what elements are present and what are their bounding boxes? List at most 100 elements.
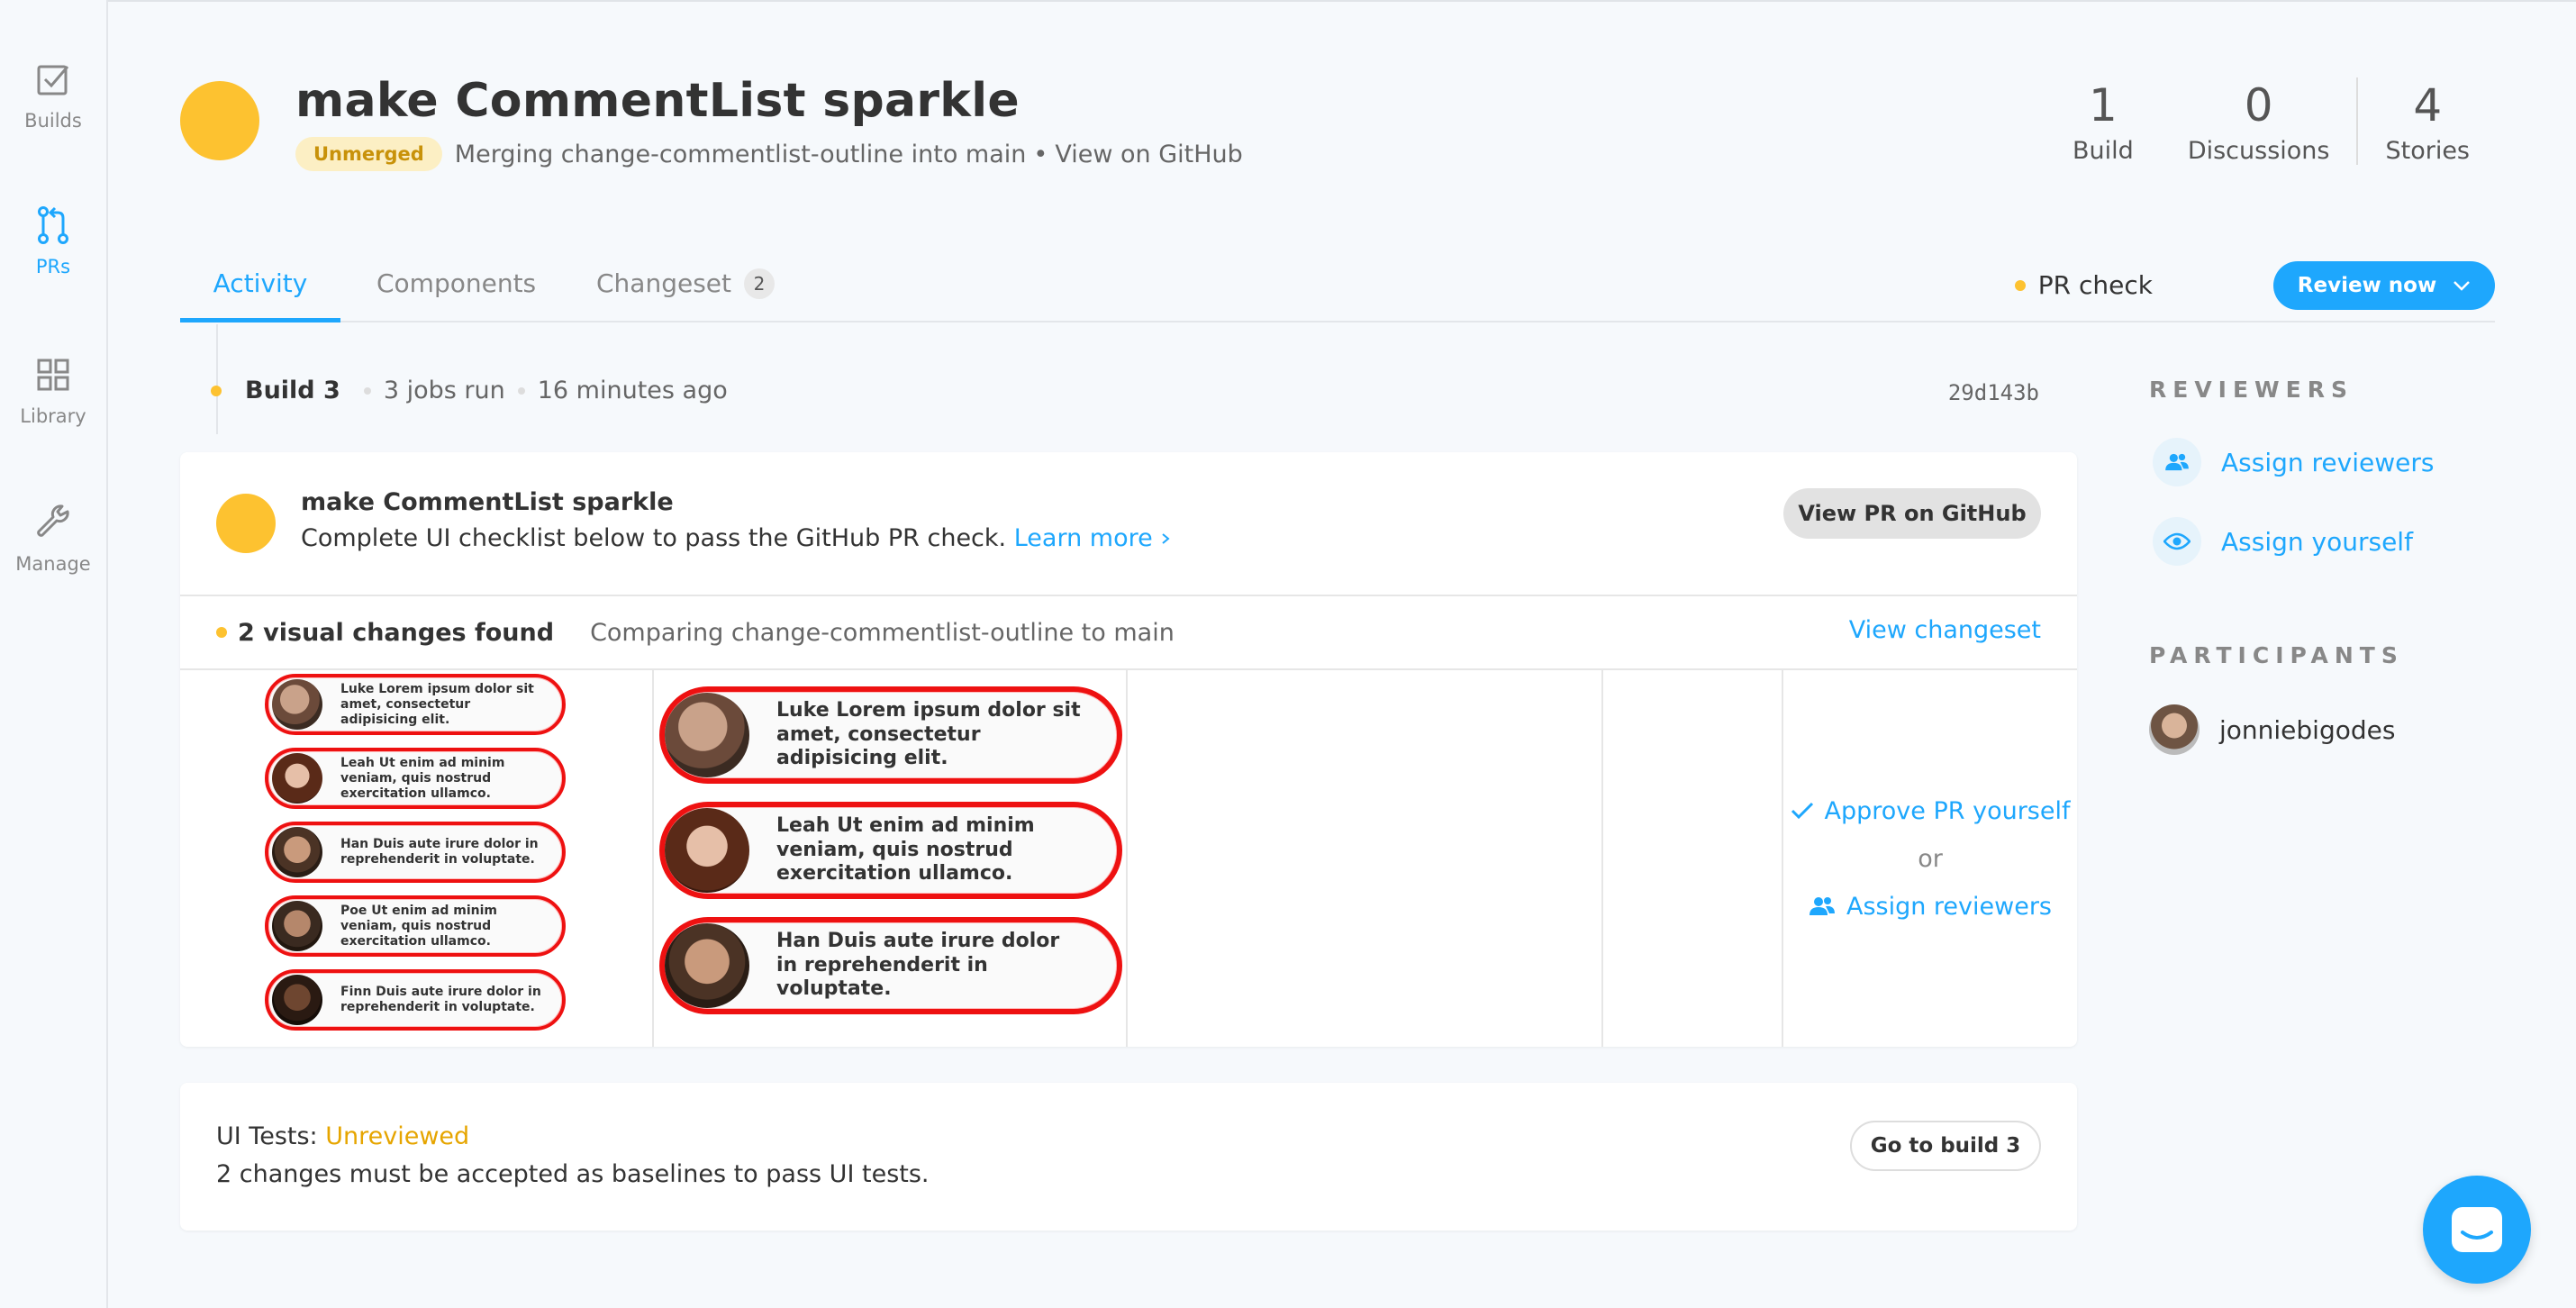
commit-hash[interactable]: 29d143b	[1948, 380, 2039, 405]
learn-more-label: Learn more	[1013, 524, 1153, 552]
snapshot-thumbnail[interactable]: Luke Lorem ipsum dolor sit amet, consect…	[654, 670, 1128, 1047]
pr-check-label: PR check	[2037, 270, 2153, 300]
stat-label: Discussions	[2187, 137, 2330, 165]
stat-builds[interactable]: 1 Build	[2045, 77, 2161, 165]
tab-changeset[interactable]: Changeset 2	[596, 261, 775, 322]
avatar	[665, 808, 749, 893]
avatar	[272, 975, 322, 1025]
comment-item: Finn Duis aute irure dolor in reprehende…	[265, 969, 566, 1031]
sidebar-item-library[interactable]: Library	[0, 355, 106, 463]
view-pr-on-github-button[interactable]: View PR on GitHub	[1783, 488, 2041, 539]
approve-pr-link[interactable]: Approve PR yourself	[1791, 797, 2070, 825]
sidebar-item-prs[interactable]: PRs	[0, 205, 106, 313]
go-to-build-button[interactable]: Go to build 3	[1850, 1121, 2041, 1171]
snapshot-placeholder	[1603, 670, 1783, 1047]
checklist-text: Complete UI checklist below to pass the …	[301, 524, 1007, 552]
separator-dot	[517, 386, 525, 395]
snapshot-strip: Luke Lorem ipsum dolor sit amet, consect…	[180, 670, 2077, 1047]
ui-tests-card: UI Tests: Unreviewed 2 changes must be a…	[180, 1083, 2077, 1231]
ui-tests-label: UI Tests:	[216, 1122, 318, 1150]
sidebar-item-builds[interactable]: Builds	[0, 59, 106, 168]
learn-more-link[interactable]: Learn more	[1014, 524, 1172, 552]
tab-components[interactable]: Components	[376, 261, 536, 322]
pull-request-icon	[33, 205, 73, 245]
comment-text: Poe Ut enim ad minim veniam, quis nostru…	[340, 904, 497, 949]
card-header: make CommentList sparkle Complete UI che…	[180, 452, 2077, 596]
assign-reviewers-sidebar-link[interactable]: Assign reviewers	[2153, 438, 2434, 486]
build-row[interactable]: Build 3 3 jobs run 16 minutes ago 29d143…	[211, 377, 2039, 405]
chat-launcher-button[interactable]	[2423, 1176, 2531, 1284]
eye-icon	[2153, 517, 2201, 566]
assign-label: Assign reviewers	[1846, 892, 2052, 921]
pr-status-avatar	[216, 494, 276, 553]
pr-subtitle: Unmerged Merging change-commentlist-outl…	[295, 137, 1243, 171]
participant-item[interactable]: jonniebigodes	[2149, 704, 2395, 755]
view-changeset-link[interactable]: View changeset	[1849, 616, 2041, 644]
ui-tests-title: UI Tests: Unreviewed	[216, 1122, 469, 1150]
top-border	[0, 0, 2576, 2]
stat-number: 0	[2244, 79, 2273, 132]
comment-text: Han Duis aute irure dolor in reprehender…	[776, 930, 1060, 1001]
sidebar-item-manage[interactable]: Manage	[0, 503, 106, 611]
snapshot-placeholder	[1128, 670, 1603, 1047]
comment-item: Leah Ut enim ad minim veniam, quis nostr…	[659, 802, 1122, 899]
grid-icon	[33, 355, 73, 395]
pr-check-status[interactable]: PR check	[2014, 270, 2153, 300]
users-icon	[1809, 897, 1835, 915]
page-title: make CommentList sparkle	[295, 74, 1020, 128]
avatar	[272, 679, 322, 730]
changes-found: 2 visual changes found	[238, 618, 555, 647]
chevron-right-icon	[1162, 533, 1170, 544]
bullet-separator: •	[1033, 140, 1048, 168]
snapshot-thumbnail[interactable]: Luke Lorem ipsum dolor sit amet, consect…	[180, 670, 654, 1047]
check-icon	[1791, 802, 1813, 820]
or-text: or	[1918, 844, 1943, 873]
comment-text: Leah Ut enim ad minim veniam, quis nostr…	[776, 814, 1035, 886]
avatar	[272, 753, 322, 804]
comment-item: Luke Lorem ipsum dolor sit amet, consect…	[265, 674, 566, 735]
avatar	[272, 901, 322, 951]
ui-tests-status: Unreviewed	[325, 1122, 470, 1150]
pending-dot-icon	[216, 627, 227, 638]
view-on-github-link[interactable]: View on GitHub	[1055, 141, 1242, 168]
sidebar: Builds PRs Library Manage	[0, 0, 108, 1308]
checkbox-icon	[33, 59, 73, 99]
sidebar-item-label: Manage	[15, 553, 91, 575]
card-description: Complete UI checklist below to pass the …	[301, 524, 1171, 552]
comment-text: Finn Duis aute irure dolor in reprehende…	[340, 985, 541, 1014]
build-status-dot-icon	[211, 385, 222, 396]
tab-bar: Activity Components Changeset 2 PR check…	[180, 261, 2495, 322]
assign-reviewers-link[interactable]: Assign reviewers	[1809, 893, 2052, 921]
sidebar-item-label: Library	[20, 405, 86, 427]
assign-yourself-label: Assign yourself	[2221, 526, 2413, 557]
participants-heading: PARTICIPANTS	[2149, 642, 2404, 668]
build-card: make CommentList sparkle Complete UI che…	[180, 452, 2077, 1047]
separator-dot	[363, 386, 371, 395]
sidebar-item-label: PRs	[35, 256, 71, 277]
assign-reviewers-label: Assign reviewers	[2221, 447, 2435, 477]
stat-stories[interactable]: 4 Stories	[2356, 77, 2497, 165]
changes-summary-row: 2 visual changes found Comparing change-…	[180, 596, 2077, 670]
sidebar-item-label: Builds	[24, 110, 82, 132]
ui-tests-description: 2 changes must be accepted as baselines …	[216, 1160, 930, 1188]
build-jobs: 3 jobs run	[383, 377, 505, 404]
changeset-count-badge: 2	[744, 268, 775, 299]
stat-discussions[interactable]: 0 Discussions	[2161, 77, 2357, 165]
assign-yourself-link[interactable]: Assign yourself	[2153, 517, 2413, 566]
comment-item: Han Duis aute irure dolor in reprehender…	[265, 822, 566, 883]
build-name: Build 3	[245, 377, 340, 404]
stat-number: 1	[2089, 79, 2118, 132]
avatar	[2149, 704, 2200, 755]
avatar	[272, 827, 322, 877]
comment-text: Leah Ut enim ad minim veniam, quis nostr…	[340, 756, 505, 801]
comment-item: Han Duis aute irure dolor in reprehender…	[659, 917, 1122, 1014]
comparing-text: Comparing change-commentlist-outline to …	[590, 618, 1175, 647]
approve-panel: Approve PR yourself or Assign reviewers	[1783, 670, 2077, 1047]
build-time: 16 minutes ago	[537, 377, 728, 404]
review-now-button[interactable]: Review now	[2273, 261, 2495, 310]
tab-label: Changeset	[596, 268, 731, 298]
review-now-label: Review now	[2297, 274, 2437, 297]
status-badge: Unmerged	[295, 137, 442, 171]
tab-activity[interactable]: Activity	[180, 261, 340, 322]
wrench-icon	[33, 503, 73, 542]
